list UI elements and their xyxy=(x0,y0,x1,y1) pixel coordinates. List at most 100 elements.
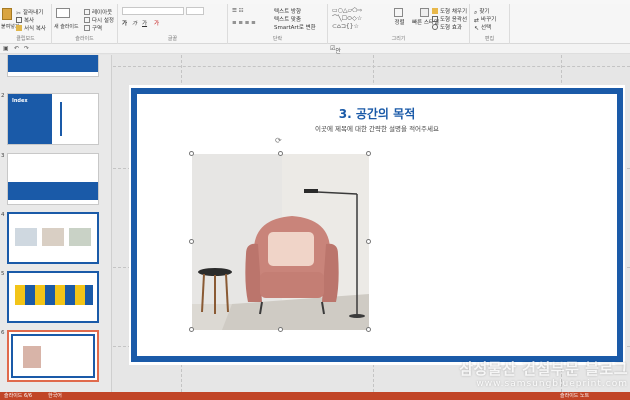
thumb-2-list xyxy=(60,102,92,136)
font-size-box[interactable] xyxy=(186,7,204,15)
copy-button[interactable]: 복사 xyxy=(16,16,34,24)
editing-group-label: 편집 xyxy=(484,36,495,42)
slide-canvas: 3. 공간의 목적 이곳에 제목에 대한 간략한 설명을 적어주세요 ⟳ xyxy=(113,55,630,392)
armchair-photo[interactable] xyxy=(192,154,369,330)
editing-group: ⌕ 찾기 ⇄ 바꾸기 ↖ 선택 편집 xyxy=(470,4,510,44)
paragraph-group: 텍스트 방향 텍스트 맞춤 SmartArt로 변환 ☰ ☷ ≡ ≡ ≡ ≡ 단… xyxy=(228,4,328,44)
thumb-3-band xyxy=(8,182,98,200)
status-bar: 슬라이드 6/6 한국어 슬라이드 노트 xyxy=(0,392,630,400)
smartart-button[interactable]: SmartArt로 변환 xyxy=(274,23,316,31)
slide-number-3: 3 xyxy=(1,153,5,159)
quick-styles-icon xyxy=(420,8,430,17)
underline-button[interactable]: 가 xyxy=(142,19,147,27)
copy-icon xyxy=(16,17,22,23)
slide-count-status: 슬라이드 6/6 xyxy=(4,393,33,399)
watermark-url: www.samsungblueprint.com xyxy=(476,379,628,389)
format-copy-button[interactable]: 서식 복사 xyxy=(16,24,46,32)
slides-group-label: 슬라이드 xyxy=(75,36,94,42)
shape-fill-button[interactable]: 도형 채우기 xyxy=(432,7,467,15)
slide-thumbnail-6[interactable] xyxy=(7,330,99,382)
undo-icon[interactable]: ↶ xyxy=(14,45,19,52)
watermark-title: 삼성물산 건설부문 블로그 xyxy=(459,360,628,378)
quick-access-toolbar: ▣ ↶ ↷ ☑ 안내선 xyxy=(0,44,630,73)
slide-thumbnail-3[interactable] xyxy=(7,153,99,205)
bold-button[interactable]: 가 xyxy=(122,19,127,27)
guide-line-h1 xyxy=(113,66,630,67)
resize-handle-ne[interactable] xyxy=(366,151,371,156)
section-label: 구역 xyxy=(92,26,103,32)
paste-icon xyxy=(2,8,12,20)
slide-thumbnail-1[interactable] xyxy=(7,55,99,77)
italic-button[interactable]: 가 xyxy=(132,19,137,27)
effects-icon xyxy=(432,24,438,30)
thumb-4-img-c xyxy=(69,228,91,246)
current-slide[interactable]: 3. 공간의 목적 이곳에 제목에 대한 간략한 설명을 적어주세요 ⟳ xyxy=(129,85,625,365)
select-button[interactable]: ↖ 선택 xyxy=(474,23,491,32)
slide-number-2: 2 xyxy=(1,93,5,99)
slide-subtitle[interactable]: 이곳에 제목에 대한 간략한 설명을 적어주세요 xyxy=(129,123,625,133)
shape-effects-button[interactable]: 도형 효과 xyxy=(432,23,462,31)
resize-handle-se[interactable] xyxy=(366,327,371,332)
slide-thumbnail-4[interactable] xyxy=(7,212,99,264)
cursor-icon: ↖ xyxy=(474,25,480,32)
font-name-box[interactable] xyxy=(122,7,184,15)
text-align-button[interactable]: 텍스트 맞춤 xyxy=(274,15,301,23)
fill-icon xyxy=(432,8,438,14)
slide-number-5: 5 xyxy=(1,271,5,277)
language-status[interactable]: 한국어 xyxy=(48,392,62,399)
format-copy-label: 서식 복사 xyxy=(24,26,46,32)
resize-handle-n[interactable] xyxy=(278,151,283,156)
thumb-4-img-b xyxy=(42,228,64,246)
ribbon: 붙여넣기 ✂ 잘라내기 복사 서식 복사 클립보드 새 슬라이드 레이아웃 다시 … xyxy=(0,4,630,44)
shape-outline-button[interactable]: 도형 윤곽선 xyxy=(432,15,467,23)
slide-thumbnail-2[interactable]: Index xyxy=(7,93,99,145)
slide-title[interactable]: 3. 공간의 목적 xyxy=(129,105,625,122)
resize-handle-sw[interactable] xyxy=(189,327,194,332)
blog-watermark: 삼성물산 건설부문 블로그 www.samsungblueprint.com xyxy=(438,358,628,389)
resize-handle-nw[interactable] xyxy=(189,151,194,156)
section-icon xyxy=(84,25,90,31)
paragraph-group-label: 단락 xyxy=(272,36,283,42)
resize-handle-w[interactable] xyxy=(189,239,194,244)
resize-handle-e[interactable] xyxy=(366,239,371,244)
thumb-4-img-a xyxy=(15,228,37,246)
guide-checkbox[interactable]: ☑ 안내선 xyxy=(330,45,341,73)
bullets-button[interactable]: ☰ ☷ xyxy=(232,8,244,14)
arrange-button[interactable]: 정렬 xyxy=(394,8,405,26)
armchair-photo-art xyxy=(192,154,369,330)
select-label: 선택 xyxy=(481,25,492,31)
paste-button[interactable] xyxy=(2,8,14,21)
new-slide-label[interactable]: 새 슬라이드 xyxy=(54,23,79,30)
font-group-label: 글꼴 xyxy=(167,36,178,42)
slide-thumbnail-pane: 2 Index 3 4 5 6 xyxy=(0,55,112,392)
font-color-button[interactable]: 가 xyxy=(154,19,159,27)
notes-button[interactable]: 슬라이드 노트 xyxy=(560,392,589,399)
section-button[interactable]: 구역 xyxy=(84,24,102,32)
font-group: 가 가 가 가 글꼴 xyxy=(118,4,228,44)
reset-button[interactable]: 다시 설정 xyxy=(84,16,114,24)
reset-icon xyxy=(84,17,90,23)
drawing-group: ▭○△▱⬠⇨ ⌒╲☐⬭◇☆ ⊂⌂⊐{}☆ 정렬 빠른 스타일 도형 채우기 도형 윤… xyxy=(328,4,470,44)
new-slide-button[interactable] xyxy=(56,8,72,19)
align-buttons[interactable]: ≡ ≡ ≡ ≡ xyxy=(232,20,256,26)
new-slide-icon xyxy=(56,8,70,18)
outline-icon xyxy=(432,16,438,22)
thumb-1-band xyxy=(8,55,98,72)
slides-group: 새 슬라이드 레이아웃 다시 설정 구역 슬라이드 xyxy=(52,4,118,44)
shape-effects-label: 도형 효과 xyxy=(440,25,462,31)
layout-icon xyxy=(84,9,90,15)
smartart-label: SmartArt로 변환 xyxy=(274,25,316,31)
slide-thumbnail-5[interactable] xyxy=(7,271,99,323)
rotate-handle-icon[interactable]: ⟳ xyxy=(275,136,282,145)
resize-handle-s[interactable] xyxy=(278,327,283,332)
shapes-gallery[interactable]: ▭○△▱⬠⇨ ⌒╲☐⬭◇☆ ⊂⌂⊐{}☆ xyxy=(332,7,390,33)
save-icon[interactable]: ▣ xyxy=(3,45,9,52)
layout-button[interactable]: 레이아웃 xyxy=(84,8,112,16)
slide-number-6: 6 xyxy=(1,330,5,336)
slide-number-4: 4 xyxy=(1,212,5,218)
thumb-6-photo xyxy=(23,346,41,368)
clipboard-group: 붙여넣기 ✂ 잘라내기 복사 서식 복사 클립보드 xyxy=(0,4,52,44)
thumb-2-title: Index xyxy=(12,98,28,104)
text-direction-button[interactable]: 텍스트 방향 xyxy=(274,7,301,15)
redo-icon[interactable]: ↷ xyxy=(24,45,29,52)
